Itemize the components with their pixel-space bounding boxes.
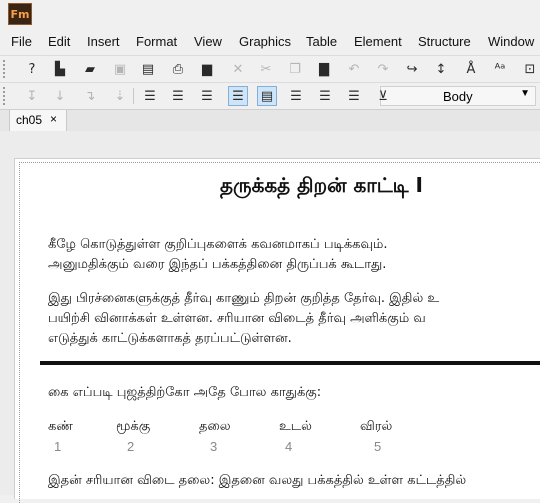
option-word: தலை: [199, 419, 231, 434]
new-doc-icon[interactable]: ▙: [50, 59, 70, 79]
align-center-icon[interactable]: ☰: [168, 86, 188, 106]
section-divider: [40, 361, 540, 365]
save-icon[interactable]: ▣: [110, 59, 130, 79]
instruction-line-1: கீழே கொடுத்துள்ள குறிப்புகளைக் கவனமாகப் …: [48, 237, 388, 252]
option-number: 3: [210, 439, 218, 454]
menu-bar: File Edit Insert Format View Graphics Ta…: [0, 31, 540, 53]
paragraph-style-value: Body: [443, 89, 473, 104]
spacing-half-icon[interactable]: ☰: [315, 86, 335, 106]
option-word: உடல்: [279, 419, 312, 434]
tab-label: ch05: [16, 113, 43, 127]
indent-right-icon[interactable]: ↴: [80, 86, 100, 106]
menu-table[interactable]: Table: [306, 34, 337, 49]
menu-window[interactable]: Window: [488, 34, 534, 49]
document-tab-strip: ch05 ×: [0, 109, 540, 132]
standard-toolbar: ? ▙ ▰ ▣ ▤ ⎙ ▆ ✕ ✂ ❐ ▇ ↶ ↷ ↪ ↕ Åᴬᵃ ⊡: [0, 55, 540, 82]
menu-insert[interactable]: Insert: [87, 34, 120, 49]
insert-variable-icon[interactable]: ↕: [431, 59, 451, 79]
instruction-line-2: அனுமதிக்கும் வரை இந்தப் பக்கத்தினை திருப…: [48, 257, 387, 272]
description-line-1: இது பிரச்னைகளுக்குத் தீர்வு காணும் திறன்…: [48, 291, 440, 306]
toolbar-grip[interactable]: [3, 60, 8, 78]
lock-icon[interactable]: ▆: [197, 59, 217, 79]
align-justify-icon[interactable]: ☰: [228, 86, 248, 106]
indent-left-icon[interactable]: ↓: [50, 86, 70, 106]
description-line-2: பயிற்சி வினாக்கள் உள்ளன. சரியான விடைத் த…: [48, 311, 426, 326]
open-folder-icon[interactable]: ▰: [80, 59, 100, 79]
question-text: கை எப்படி புஜத்திற்கோ அதே போல காதுக்கு:: [48, 385, 322, 400]
spacing-single-icon[interactable]: ☰: [286, 86, 306, 106]
spacing-double-icon[interactable]: ☰: [344, 86, 364, 106]
menu-edit[interactable]: Edit: [48, 34, 70, 49]
indent-first-icon[interactable]: ↧: [22, 86, 42, 106]
change-case-icon[interactable]: ᴬᵃ: [490, 59, 510, 79]
cut-icon[interactable]: ✂: [256, 59, 276, 79]
cross-reference-icon[interactable]: ↪: [402, 59, 422, 79]
title-bar: Fm: [0, 0, 540, 30]
spelling-icon[interactable]: Å: [461, 59, 481, 79]
undo-icon[interactable]: ↶: [344, 59, 364, 79]
option-number: 5: [374, 439, 382, 454]
menu-element[interactable]: Element: [354, 34, 402, 49]
save-as-icon[interactable]: ▤: [138, 59, 158, 79]
chevron-down-icon[interactable]: ▼: [520, 88, 530, 99]
option-word: கண்: [48, 419, 73, 434]
tab-ch05[interactable]: ch05 ×: [9, 110, 67, 131]
option-word: விரல்: [360, 419, 393, 434]
paste-icon[interactable]: ▇: [314, 59, 334, 79]
menu-structure[interactable]: Structure: [418, 34, 471, 49]
option-number: 1: [54, 439, 62, 454]
option-word: மூக்கு: [116, 419, 151, 434]
page-title: தருக்கத் திறன் காட்டி I: [220, 173, 423, 197]
menu-format[interactable]: Format: [136, 34, 177, 49]
menu-view[interactable]: View: [194, 34, 222, 49]
redo-icon[interactable]: ↷: [373, 59, 393, 79]
paragraph-style-select[interactable]: Body ▼: [380, 86, 536, 106]
copy-icon[interactable]: ❐: [285, 59, 305, 79]
indent-more-icon[interactable]: ⇣: [110, 86, 130, 106]
document-page[interactable]: தருக்கத் திறன் காட்டி I கீழே கொடுத்துள்ள…: [14, 158, 540, 503]
toolbar-separator: [133, 88, 134, 104]
menu-graphics[interactable]: Graphics: [239, 34, 291, 49]
help-icon[interactable]: ?: [22, 59, 42, 79]
answer-text: இதன் சரியான விடை தலை: இதனை வலது பக்கத்தி…: [48, 473, 467, 488]
document-canvas[interactable]: தருக்கத் திறன் காட்டி I கீழே கொடுத்துள்ள…: [0, 131, 540, 503]
description-line-3: எடுத்துக் காட்டுக்களாகத் தரப்பட்டுள்ளன.: [48, 331, 292, 346]
option-number: 2: [127, 439, 135, 454]
option-number: 4: [285, 439, 293, 454]
align-left-icon[interactable]: ☰: [140, 86, 160, 106]
framemaker-logo-icon: Fm: [8, 3, 32, 25]
toolbar-grip[interactable]: [3, 87, 8, 105]
text-frame-icon[interactable]: ⊡: [520, 59, 540, 79]
print-icon[interactable]: ⎙: [168, 59, 188, 79]
line-spacing-icon[interactable]: ▤: [257, 86, 277, 106]
delete-icon[interactable]: ✕: [228, 59, 248, 79]
menu-file[interactable]: File: [11, 34, 32, 49]
close-icon[interactable]: ×: [50, 112, 57, 126]
formatting-toolbar: Body ▼ ↧ ↓ ↴ ⇣ ☰ ☰ ☰ ☰ ▤ ☰ ☰ ☰ ⊻: [0, 82, 540, 109]
align-right-icon[interactable]: ☰: [197, 86, 217, 106]
tab-stop-icon[interactable]: ⊻: [373, 86, 393, 106]
